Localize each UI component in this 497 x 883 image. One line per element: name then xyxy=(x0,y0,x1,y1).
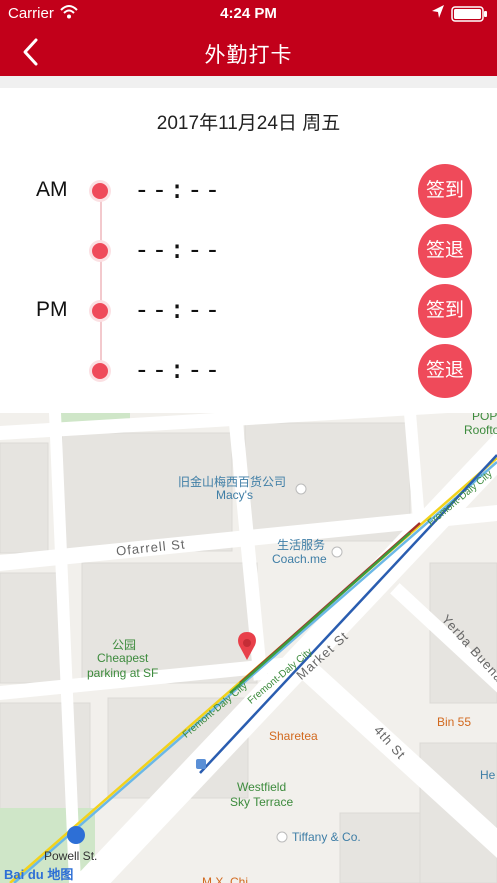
location-arrow-icon xyxy=(432,5,444,18)
poi-park-en2[interactable]: parking at SF xyxy=(87,666,158,680)
page-title: 外勤打卡 xyxy=(204,44,293,67)
nav-bar: 外勤打卡 xyxy=(0,28,497,76)
poi-coach-en[interactable]: Coach.me xyxy=(272,552,327,566)
divider xyxy=(0,76,497,88)
poi-mx[interactable]: M.X. Chi xyxy=(202,875,248,883)
sign-in-button[interactable]: 签到 xyxy=(418,284,472,338)
date-label: 2017年11月24日 周五 xyxy=(156,113,341,134)
poi-tiffany[interactable]: Tiffany & Co. xyxy=(292,830,361,844)
poi-pop1[interactable]: POP xyxy=(472,413,497,423)
timeline-dot xyxy=(92,303,108,319)
timeline-dot xyxy=(92,183,108,199)
poi-westfield-2[interactable]: Sky Terrace xyxy=(230,795,293,809)
map-view[interactable]: 旧金山梅西百货公司 Macy's 生活服务 Coach.me 公园 Cheape… xyxy=(0,413,497,883)
poi-westfield-1[interactable]: Westfield xyxy=(237,780,286,794)
timeline-dot xyxy=(92,243,108,259)
poi-park-en1[interactable]: Cheapest xyxy=(97,651,148,665)
poi-sharetea[interactable]: Sharetea xyxy=(269,729,318,743)
checkin-row-pm-in: PM --:-- 签到 xyxy=(0,284,497,338)
sign-in-button[interactable]: 签到 xyxy=(418,164,472,218)
battery-icon xyxy=(451,6,487,22)
checkin-row-am-in: AM --:-- 签到 xyxy=(0,164,497,218)
time-value: --:-- xyxy=(134,175,223,205)
period-label: AM xyxy=(36,178,68,201)
time-value: --:-- xyxy=(134,295,223,325)
poi-coach-cn[interactable]: 生活服务 xyxy=(277,536,325,553)
sign-out-button[interactable]: 签退 xyxy=(418,344,472,398)
checkin-row-am-out: --:-- 签退 xyxy=(0,224,497,278)
time-value: --:-- xyxy=(134,355,223,385)
status-bar: Carrier 4:24 PM xyxy=(0,0,497,28)
poi-macys-en[interactable]: Macy's xyxy=(216,488,253,502)
poi-powell[interactable]: Powell St. xyxy=(44,849,97,863)
baidu-map-logo: Bai du 地图 xyxy=(4,867,74,882)
sign-out-button[interactable]: 签退 xyxy=(418,224,472,278)
checkin-row-pm-out: --:-- 签退 xyxy=(0,344,497,398)
time-value: --:-- xyxy=(134,235,223,265)
poi-bin55[interactable]: Bin 55 xyxy=(437,715,471,729)
poi-he[interactable]: He xyxy=(480,768,495,782)
period-label: PM xyxy=(36,298,68,321)
poi-pop2[interactable]: Roofto xyxy=(464,423,497,437)
timeline-line xyxy=(100,190,102,372)
clock: 4:24 PM xyxy=(220,5,277,22)
timeline-dot xyxy=(92,363,108,379)
